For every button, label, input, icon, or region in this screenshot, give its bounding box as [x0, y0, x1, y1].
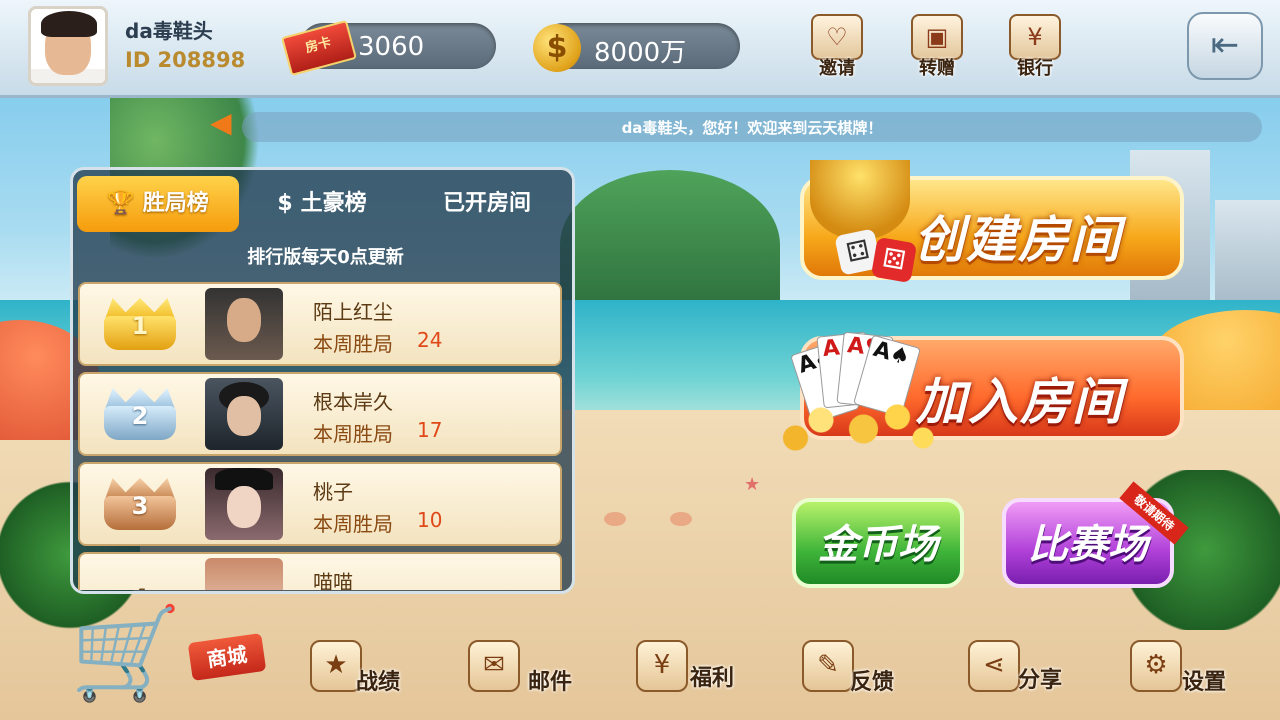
- leaderboard-row[interactable]: 3 桃子 本周胜局 10: [78, 462, 562, 546]
- exit-button[interactable]: ⇤: [1187, 12, 1263, 80]
- rank-number: 1: [131, 312, 149, 340]
- announcement-bar: da毒鞋头，您好！欢迎来到云天棋牌！: [242, 112, 1262, 142]
- bronze-crown-icon: 3: [98, 474, 182, 534]
- score-value: 24: [417, 328, 443, 352]
- player-avatar: [205, 558, 283, 590]
- player-face: [227, 486, 261, 528]
- gold-arena-label: 金币场: [818, 522, 938, 568]
- coin-icon: $: [533, 24, 581, 72]
- leaderboard-row[interactable]: 4 喵喵: [78, 552, 562, 590]
- invite-label: 邀请: [819, 58, 855, 79]
- tab-wins[interactable]: 🏆 胜局榜: [77, 176, 239, 232]
- tab-rich-label: 土豪榜: [300, 191, 367, 216]
- player-name: 根本岸久: [313, 390, 393, 414]
- score-value: 10: [417, 508, 443, 532]
- money-bag-icon: $: [277, 191, 293, 216]
- leaderboard-tabs: 🏆 胜局榜 $ 土豪榜 已开房间: [77, 176, 569, 232]
- shop-button[interactable]: 🛒: [70, 604, 190, 708]
- score-value: 17: [417, 418, 443, 442]
- rank-badge: 4: [98, 564, 182, 590]
- nav-record-label: 战绩: [356, 670, 401, 695]
- score-label: 本周胜局: [313, 422, 393, 446]
- leaderboard-panel: 🏆 胜局榜 $ 土豪榜 已开房间 排行版每天0点更新 1 陌上红尘 本周胜局 24: [70, 167, 575, 594]
- share-icon: ⋖: [968, 640, 1020, 692]
- player-avatar: [205, 288, 283, 360]
- player-name: 桃子: [313, 480, 353, 504]
- nav-feedback-label: 反馈: [850, 670, 895, 695]
- room-card-count: 3060: [358, 32, 425, 62]
- player-avatar: [205, 378, 283, 450]
- rank-number: 2: [131, 402, 149, 430]
- exit-icon: ⇤: [1210, 25, 1240, 65]
- tab-wins-label: 胜局榜: [142, 191, 209, 216]
- gold-pot-icon: [810, 160, 910, 240]
- nav-welfare-label: 福利: [690, 666, 735, 691]
- shell: [670, 512, 692, 526]
- user-id: ID 208898: [125, 48, 246, 72]
- shopping-cart-icon: 🛒: [70, 601, 183, 706]
- gift-button[interactable]: ▣ 转赠: [906, 14, 968, 80]
- player-name: 喵喵: [313, 570, 353, 590]
- starfish-icon: ★: [744, 474, 761, 495]
- nav-settings-label: 设置: [1182, 670, 1227, 695]
- bank-label: 银行: [1017, 58, 1053, 79]
- mail-icon: ✉: [468, 640, 520, 692]
- player-name: 陌上红尘: [313, 300, 393, 324]
- coin-count: 8000万: [594, 38, 687, 68]
- create-room-label: 创建房间: [914, 211, 1122, 269]
- money-bag-icon: ¥: [636, 640, 688, 692]
- rank-number: 3: [131, 492, 149, 520]
- player-face: [227, 396, 261, 436]
- shell: [604, 512, 626, 526]
- avatar-hair: [41, 11, 97, 37]
- nav-mail-label: 邮件: [528, 670, 573, 695]
- invite-button[interactable]: ♡ 邀请: [806, 14, 868, 80]
- trophy-icon: ★: [310, 640, 362, 692]
- trophy-icon: 🏆: [107, 191, 135, 216]
- score-label: 本周胜局: [313, 332, 393, 356]
- top-bar: da毒鞋头 ID 208898 3060 房卡 8000万 $ ♡ 邀请 ▣ 转…: [0, 0, 1280, 98]
- leaderboard-row[interactable]: 1 陌上红尘 本周胜局 24: [78, 282, 562, 366]
- announcement-text: da毒鞋头，您好！欢迎来到云天棋牌！: [621, 119, 883, 137]
- silver-crown-icon: 2: [98, 384, 182, 444]
- gold-arena-button[interactable]: 金币场: [792, 498, 964, 588]
- username: da毒鞋头: [125, 19, 213, 43]
- gold-crown-icon: 1: [98, 294, 182, 354]
- bank-button[interactable]: ¥ 银行: [1004, 14, 1066, 80]
- rank-number: 4: [98, 584, 182, 590]
- player-face: [227, 298, 261, 342]
- join-room-label: 加入房间: [916, 373, 1124, 431]
- feedback-icon: ✎: [802, 640, 854, 692]
- mountain: [560, 170, 780, 320]
- leaderboard-notice: 排行版每天0点更新: [247, 247, 404, 268]
- leaderboard-list[interactable]: 1 陌上红尘 本周胜局 24 2 根本岸久 本周胜局 17 3 桃子 本周胜局 …: [78, 278, 568, 590]
- leaderboard-row[interactable]: 2 根本岸久 本周胜局 17: [78, 372, 562, 456]
- player-avatar: [205, 468, 283, 540]
- gear-icon: ⚙: [1130, 640, 1182, 692]
- dice-icon: ⚄: [870, 236, 918, 284]
- tab-open-rooms-label: 已开房间: [442, 191, 531, 216]
- score-label: 本周胜局: [313, 512, 393, 536]
- gift-label: 转赠: [919, 58, 955, 79]
- avatar[interactable]: [28, 6, 108, 86]
- megaphone-icon: ◀: [210, 106, 232, 139]
- tab-rich[interactable]: $ 土豪榜: [247, 176, 397, 232]
- gold-coins-icon: [770, 396, 940, 456]
- nav-share-label: 分享: [1018, 668, 1063, 693]
- match-arena-label: 比赛场: [1028, 522, 1148, 568]
- tab-open-rooms[interactable]: 已开房间: [407, 176, 567, 232]
